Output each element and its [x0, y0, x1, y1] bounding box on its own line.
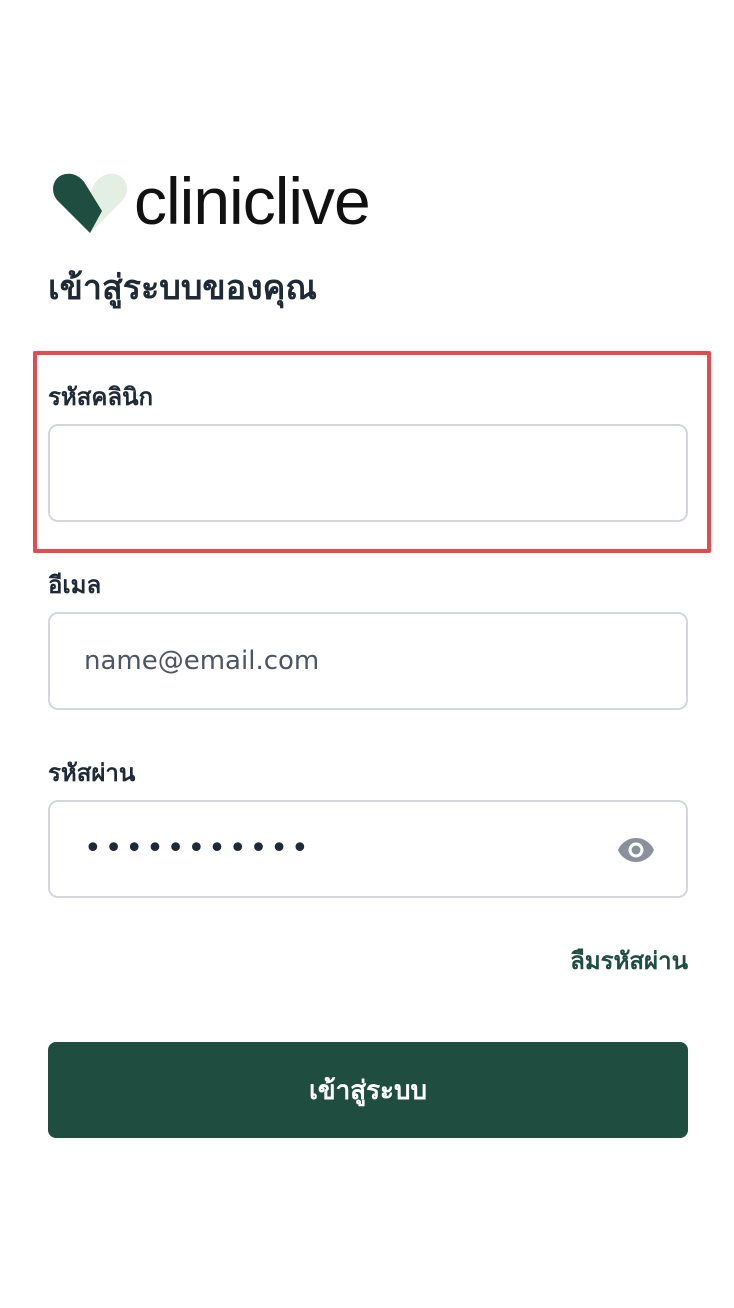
brand-logo: cliniclive — [52, 168, 371, 240]
heart-leaf-icon — [53, 173, 127, 233]
password-visibility-toggle[interactable] — [616, 830, 656, 870]
password-label: รหัสผ่าน — [48, 759, 136, 787]
email-input[interactable] — [50, 614, 686, 708]
password-masked-value: ••••••••••• — [84, 831, 312, 866]
clinic-code-input[interactable] — [50, 426, 686, 520]
clinic-code-label: รหัสคลินิก — [48, 383, 154, 411]
brand-name-clinic: clinic — [134, 164, 276, 238]
brand-wordmark: cliniclive — [134, 168, 371, 234]
email-label: อีเมล — [48, 571, 102, 599]
clinic-code-field-wrapper — [48, 424, 688, 522]
brand-name-live: live — [274, 164, 371, 238]
page-title: เข้าสู่ระบบของคุณ — [48, 268, 317, 308]
login-button[interactable]: เข้าสู่ระบบ — [48, 1042, 688, 1138]
password-input[interactable]: ••••••••••• — [48, 800, 688, 898]
email-field-wrapper — [48, 612, 688, 710]
forgot-password-link[interactable]: ลืมรหัสผ่าน — [570, 944, 688, 978]
eye-icon — [618, 838, 654, 862]
